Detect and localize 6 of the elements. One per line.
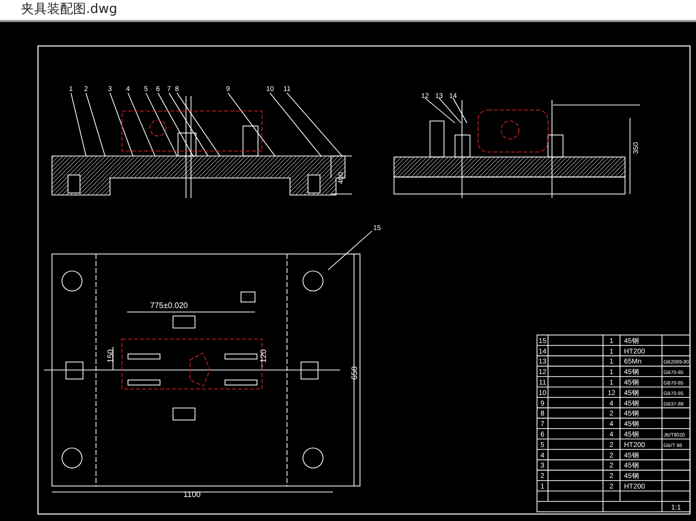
dimension-text: 120 <box>259 349 268 363</box>
dimension-text: 1100 <box>183 490 201 499</box>
window-title: 夹具装配图.dwg <box>21 1 118 20</box>
dimension-text: 650 <box>350 366 359 380</box>
dimension-text: 150 <box>106 349 115 363</box>
dimension-text: 775±0.020 <box>150 301 188 310</box>
